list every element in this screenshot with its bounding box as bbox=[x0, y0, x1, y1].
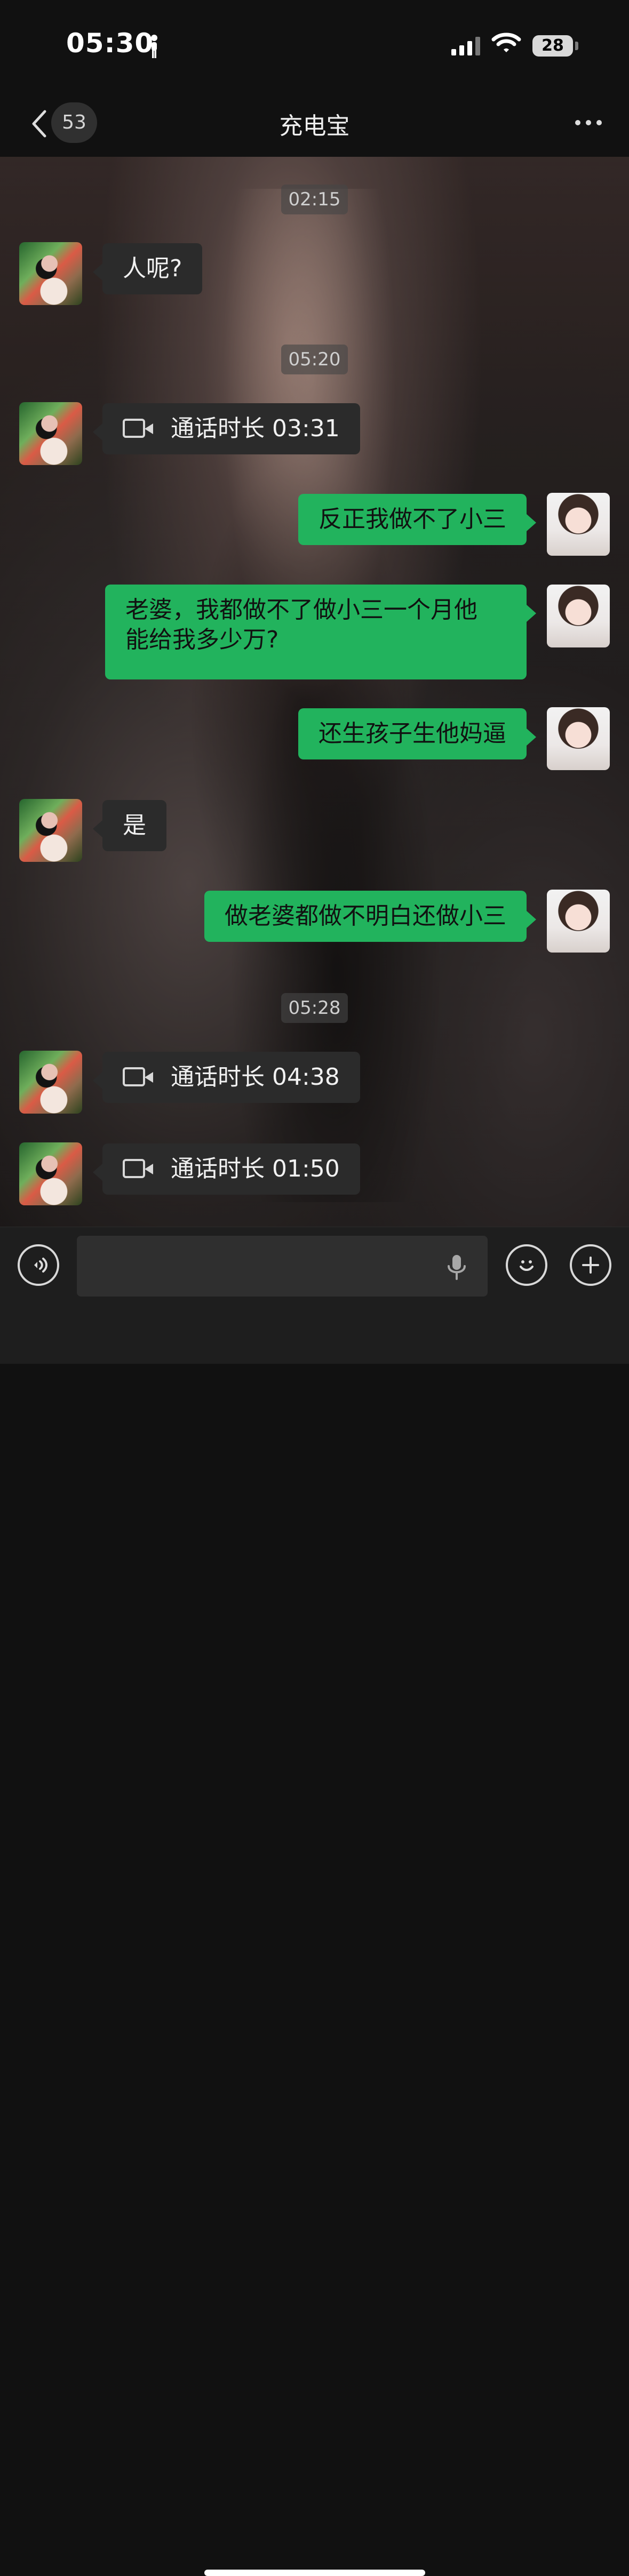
more-dot-icon bbox=[596, 120, 602, 125]
video-call-icon bbox=[123, 1067, 155, 1087]
battery-tip bbox=[575, 42, 578, 50]
chat-background: 02:15 人呢? 05:20 通话时长 03:31 反正我做不了小三 老婆，我… bbox=[0, 157, 629, 1227]
call-duration-text: 通话时长 04:38 bbox=[171, 1063, 340, 1091]
contact-avatar[interactable] bbox=[19, 1051, 82, 1114]
more-dot-icon bbox=[575, 120, 580, 125]
call-duration-text: 通话时长 01:50 bbox=[171, 1155, 340, 1182]
contact-avatar-image bbox=[19, 1051, 82, 1114]
call-duration-text: 通话时长 03:31 bbox=[171, 415, 340, 442]
outgoing-message[interactable]: 还生孩子生他妈逼 bbox=[298, 708, 536, 759]
incoming-message[interactable]: 是 bbox=[93, 800, 166, 851]
message-input[interactable] bbox=[77, 1236, 488, 1297]
message-row-outgoing: 反正我做不了小三 bbox=[0, 493, 629, 558]
status-bar: 05:30 28 bbox=[0, 0, 629, 91]
plus-icon bbox=[582, 1257, 599, 1274]
message-row-incoming: 人呢? bbox=[0, 242, 629, 307]
voice-wave-icon bbox=[34, 1258, 47, 1273]
outgoing-message[interactable]: 做老婆都做不明白还做小三 bbox=[204, 891, 536, 942]
my-avatar-image bbox=[547, 493, 610, 556]
video-call-record[interactable]: 通话时长 03:31 bbox=[93, 403, 360, 454]
signal-icon bbox=[451, 37, 480, 55]
battery-indicator: 28 bbox=[532, 35, 573, 57]
message-row-incoming: 是 bbox=[0, 799, 629, 864]
more-options-button[interactable] bbox=[572, 112, 604, 133]
contact-avatar-image bbox=[19, 242, 82, 305]
timestamp-divider: 05:28 bbox=[281, 993, 348, 1023]
call-record-row: 通话时长 04:38 bbox=[0, 1051, 629, 1116]
add-button[interactable] bbox=[570, 1244, 611, 1286]
person-icon bbox=[151, 35, 157, 58]
outgoing-message[interactable]: 反正我做不了小三 bbox=[298, 494, 536, 545]
my-avatar-image bbox=[547, 890, 610, 953]
my-avatar[interactable] bbox=[547, 493, 610, 556]
my-avatar[interactable] bbox=[547, 890, 610, 953]
contact-avatar[interactable] bbox=[19, 799, 82, 862]
message-line: 老婆，我都做不了做小三一个月他 bbox=[125, 596, 477, 623]
microphone-icon[interactable] bbox=[446, 1254, 467, 1281]
contact-avatar[interactable] bbox=[19, 1142, 82, 1205]
my-avatar[interactable] bbox=[547, 707, 610, 770]
video-call-icon bbox=[123, 419, 155, 439]
my-avatar-image bbox=[547, 707, 610, 770]
message-row-outgoing: 做老婆都做不明白还做小三 bbox=[0, 890, 629, 955]
chat-input-bar bbox=[0, 1227, 629, 2576]
timestamp-divider: 02:15 bbox=[281, 185, 348, 214]
outgoing-message[interactable]: 老婆，我都做不了做小三一个月他 能给我多少万? bbox=[105, 585, 536, 679]
timestamp-divider: 05:20 bbox=[281, 345, 348, 374]
message-row-outgoing: 老婆，我都做不了做小三一个月他 能给我多少万? bbox=[0, 585, 629, 682]
voice-input-button[interactable] bbox=[18, 1244, 59, 1286]
chat-header: 53 充电宝 bbox=[0, 91, 629, 157]
my-avatar-image bbox=[547, 585, 610, 647]
call-record-row: 通话时长 03:31 bbox=[0, 402, 629, 467]
video-call-record[interactable]: 通话时长 01:50 bbox=[93, 1143, 360, 1195]
contact-avatar-image bbox=[19, 1142, 82, 1205]
contact-avatar[interactable] bbox=[19, 242, 82, 305]
my-avatar[interactable] bbox=[547, 585, 610, 647]
incoming-message[interactable]: 人呢? bbox=[92, 243, 203, 294]
message-line: 能给我多少万? bbox=[125, 626, 279, 653]
emoji-button[interactable] bbox=[506, 1244, 547, 1286]
message-row-outgoing: 还生孩子生他妈逼 bbox=[0, 707, 629, 772]
call-record-row: 通话时长 01:50 bbox=[0, 1142, 629, 1207]
chat-title: 充电宝 bbox=[279, 113, 350, 140]
wifi-icon bbox=[491, 33, 521, 52]
status-time: 05:30 bbox=[66, 28, 154, 59]
home-indicator bbox=[204, 2570, 425, 2576]
video-call-icon bbox=[123, 1159, 155, 1179]
smile-icon bbox=[520, 1260, 534, 1271]
contact-avatar[interactable] bbox=[19, 402, 82, 465]
contact-avatar-image bbox=[19, 402, 82, 465]
video-call-record[interactable]: 通话时长 04:38 bbox=[93, 1052, 360, 1103]
contact-avatar-image bbox=[19, 799, 82, 862]
more-dot-icon bbox=[586, 120, 591, 125]
